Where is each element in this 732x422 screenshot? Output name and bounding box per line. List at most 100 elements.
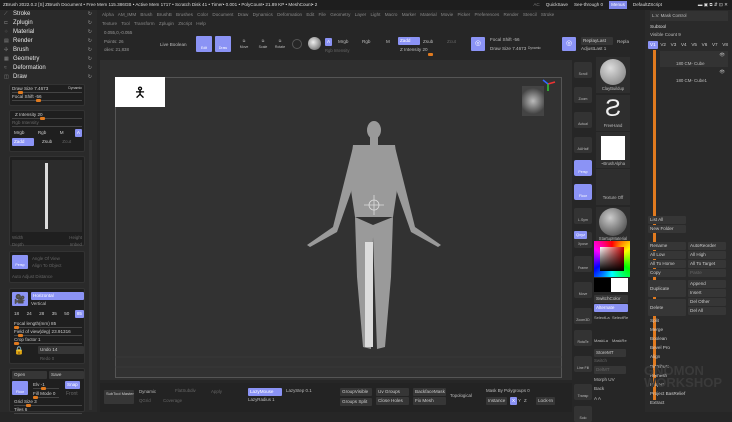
subtool-del-other-button[interactable]: Del Other — [688, 298, 726, 306]
focal-length-slider[interactable]: Focal length(mm) 85 — [12, 320, 84, 329]
shelf-move-button[interactable]: Move — [574, 282, 592, 298]
floor-button[interactable]: Floor — [12, 381, 28, 395]
shelf-l-sym-button[interactable]: L.Sym — [574, 208, 592, 224]
subtool-append-button[interactable]: Append — [688, 280, 726, 288]
zsub-button[interactable]: Zsub — [40, 138, 54, 146]
persp-button[interactable]: Persp — [12, 255, 28, 269]
primary-color-swatch[interactable] — [611, 278, 628, 292]
replay-button[interactable]: Repla — [617, 39, 629, 44]
visible-count-slider[interactable]: Visible Count 9 — [650, 32, 681, 37]
morph-uv-button[interactable]: Morph UV — [594, 377, 615, 382]
replay-icon[interactable]: ◎ — [562, 37, 576, 51]
focal-preset-35[interactable]: 35 — [50, 310, 59, 318]
shelf-floor-button[interactable]: Floor — [574, 184, 592, 200]
quicksave-button[interactable]: QuickSave — [546, 0, 568, 10]
eye-icon[interactable]: 👁 — [719, 52, 725, 58]
zadd-button[interactable]: Zadd — [12, 138, 34, 146]
camera-undo-button[interactable]: Undo 14 — [38, 346, 84, 354]
del-mt-button[interactable]: DelMT — [594, 366, 626, 374]
fix-mesh-button[interactable]: Fix Mesh — [413, 397, 446, 405]
eye-icon[interactable]: 👁 — [719, 69, 725, 75]
shelf-frame-button[interactable]: Frame — [574, 256, 592, 272]
shelf-zoom-button[interactable]: Zoom — [574, 87, 592, 103]
pin-icon[interactable]: ↻ — [88, 11, 92, 17]
align-to-object-button[interactable]: Align To Object — [32, 262, 61, 269]
lazymouse-stroke-icon[interactable]: ◎ — [471, 37, 485, 51]
close-holes-button[interactable]: Close Holes — [376, 397, 409, 405]
color-picker[interactable] — [594, 241, 630, 277]
menu-zplugin[interactable]: ⊏ Zplugin ↻ — [0, 18, 97, 27]
shelf-actual-button[interactable]: Actual — [574, 112, 592, 128]
zadd-toggle[interactable]: Zadd — [398, 37, 420, 45]
standard-material-icon[interactable] — [308, 37, 321, 50]
shelf-persp-button[interactable]: Persp — [574, 160, 592, 176]
camera-icon[interactable]: 🎥 — [12, 292, 28, 306]
visibility-tab-v6[interactable]: V6 — [700, 41, 710, 49]
subtool-list-all-button[interactable]: List All — [648, 216, 686, 224]
crop-factor-slider[interactable]: Crop factor 1 — [12, 336, 84, 345]
topological-button[interactable]: Topological — [450, 393, 472, 398]
subtool-action-merge[interactable]: Merge — [650, 327, 663, 332]
visibility-tab-v2[interactable]: V2 — [658, 41, 668, 49]
menu-stroke[interactable]: ⟋ Stroke ↻ — [0, 9, 97, 18]
subtool-action-bevel-pro[interactable]: Bevel Pro — [650, 345, 670, 350]
instance-z-toggle[interactable]: Z — [524, 398, 527, 403]
subtool-action-extract[interactable]: Extract — [650, 400, 664, 405]
visibility-tab-v4[interactable]: V4 — [679, 41, 689, 49]
replay-last-button[interactable]: ReplayLast — [581, 37, 613, 45]
subtool-all-low-button[interactable]: All Low — [648, 251, 686, 259]
subtool-title[interactable]: Subtool — [650, 25, 666, 30]
aa-button[interactable]: A A — [594, 396, 601, 401]
apply-button[interactable]: Apply — [211, 389, 222, 394]
flat-subdiv-slider[interactable]: FlatSubdiv — [175, 388, 196, 393]
a-toggle[interactable]: A — [325, 38, 333, 46]
mrgb-toggle[interactable]: Mrgb — [338, 39, 348, 44]
focal-preset-24[interactable]: 24 — [25, 310, 34, 318]
pin-icon[interactable]: ↻ — [88, 74, 92, 80]
depth-slider[interactable]: Depth — [12, 242, 24, 247]
window-controls-icon[interactable]: ▬ ▣ ⧉ ⇵ ⊡ ✕ — [668, 0, 728, 10]
ac-label[interactable]: AC — [533, 0, 539, 10]
move-button[interactable]: ⧉ Move — [237, 38, 251, 50]
material-sphere-icon[interactable] — [292, 39, 302, 49]
subtool-rename-button[interactable]: Rename — [648, 242, 686, 250]
horizontal-button[interactable]: Horizontal — [31, 292, 84, 300]
alternate-button[interactable]: Alternate — [594, 304, 628, 312]
uv-groups-button[interactable]: Uv Groups — [376, 388, 409, 396]
subtool-autoreorder-button[interactable]: AutoReorder — [688, 242, 726, 250]
visibility-tab-v3[interactable]: V3 — [669, 41, 679, 49]
shelf-transp-button[interactable]: Transp — [574, 384, 592, 400]
zsub-toggle[interactable]: Zsub — [423, 39, 433, 44]
pin-icon[interactable]: ↻ — [88, 65, 92, 71]
instance-x-toggle[interactable]: X — [510, 397, 518, 405]
visibility-tab-v7[interactable]: V7 — [710, 41, 720, 49]
adjust-last-slider[interactable]: AdjustLast 1 — [581, 46, 606, 51]
draw-size-slider-top[interactable]: Draw Size 7.4673 — [490, 46, 526, 51]
width-slider[interactable]: Width — [12, 235, 23, 240]
subtool-item[interactable]: 180 CM- Cube1 👁 — [660, 68, 728, 84]
open-button[interactable]: Open — [12, 371, 47, 379]
focal-preset-50[interactable]: 50 — [62, 310, 71, 318]
snap-button[interactable]: Snap — [65, 381, 80, 389]
subtool-action-align[interactable]: Align — [650, 354, 660, 359]
angle-of-view-slider[interactable]: Angle Of View — [32, 255, 61, 262]
texture-thumbnail[interactable]: Texture Off — [596, 169, 630, 205]
subtool-insert-button[interactable]: Insert — [688, 289, 726, 297]
visibility-tab-v5[interactable]: V5 — [689, 41, 699, 49]
subtool-delete-button[interactable]: Delete — [648, 299, 686, 316]
select-lasso-button[interactable]: SelectLa — [594, 315, 610, 320]
subtool-master-button[interactable]: SubTool Master — [104, 390, 134, 404]
back-button[interactable]: Back — [594, 386, 604, 391]
mask-rect-button[interactable]: MaskRe — [612, 338, 627, 343]
switch-button[interactable]: Switch — [594, 358, 607, 363]
qgrid-slider[interactable]: QGrid — [139, 398, 151, 403]
rgb-button[interactable]: Rgb — [36, 129, 48, 137]
a-button[interactable]: A — [74, 129, 82, 137]
instance-y-toggle[interactable]: Y — [518, 398, 521, 403]
brush-thumbnail[interactable]: ClayBuildup — [596, 57, 630, 93]
dynamic-button[interactable]: Dynamic — [68, 85, 82, 92]
subtool-action-boolean[interactable]: Boolean — [650, 336, 667, 341]
shelf-scroll-button[interactable]: Scroll — [574, 62, 592, 78]
xyz-symmetry-button[interactable]: Qxyz — [574, 231, 588, 239]
focal-preset-85[interactable]: 85 — [74, 310, 84, 318]
